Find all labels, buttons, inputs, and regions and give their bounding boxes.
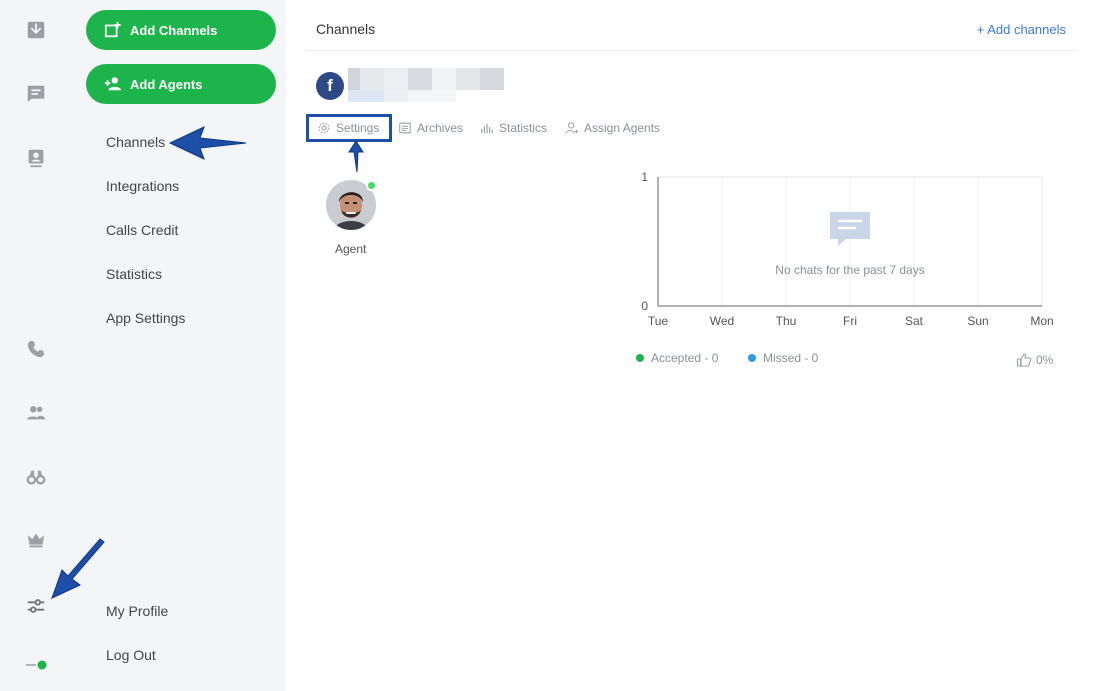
bar-chart-icon bbox=[481, 123, 493, 134]
y-tick-label: 1 bbox=[641, 170, 648, 184]
empty-state-message: No chats for the past 7 days bbox=[775, 263, 924, 277]
secondary-sidebar: Add Channels Add Agents Channels Integra… bbox=[76, 0, 286, 691]
x-tick-label: Thu bbox=[776, 314, 797, 328]
legend-accepted-label: Accepted - 0 bbox=[651, 351, 719, 365]
sidebar-item-integrations[interactable]: Integrations bbox=[106, 178, 179, 194]
chat-icon[interactable] bbox=[24, 82, 48, 106]
tab-settings-label: Settings bbox=[336, 121, 380, 135]
tab-assign-agents[interactable]: Assign Agents bbox=[565, 114, 660, 142]
inbox-icon[interactable] bbox=[24, 18, 48, 42]
gear-icon bbox=[318, 122, 330, 134]
sidebar-item-app-settings[interactable]: App Settings bbox=[106, 310, 185, 326]
legend-accepted: Accepted - 0 bbox=[636, 351, 718, 365]
chats-chart: Tue Wed Thu Fri Sat Sun Mon 1 0 No chats for the … bbox=[641, 170, 1053, 328]
add-channel-icon bbox=[104, 21, 121, 38]
tab-archives-label: Archives bbox=[417, 121, 464, 135]
x-tick-label: Wed bbox=[710, 314, 734, 328]
add-agent-icon bbox=[104, 77, 122, 91]
accepted-dot bbox=[636, 354, 644, 362]
page-header: Channels + Add channels bbox=[306, 0, 1076, 51]
add-channels-button[interactable]: Add Channels bbox=[86, 10, 276, 50]
add-agents-button[interactable]: Add Agents bbox=[86, 64, 276, 104]
icon-rail bbox=[0, 0, 76, 691]
satisfaction-rating: 0% bbox=[1016, 352, 1053, 368]
add-channels-link[interactable]: + Add channels bbox=[977, 22, 1066, 37]
phone-icon[interactable] bbox=[24, 337, 48, 361]
x-tick-label: Tue bbox=[648, 314, 669, 328]
add-agents-label: Add Agents bbox=[130, 76, 203, 92]
crown-icon[interactable] bbox=[24, 528, 48, 552]
tab-statistics-label: Statistics bbox=[499, 121, 548, 135]
rating-value: 0% bbox=[1036, 353, 1054, 367]
x-tick-label: Mon bbox=[1030, 314, 1053, 328]
y-tick-label: 0 bbox=[641, 299, 648, 313]
tab-settings[interactable]: Settings bbox=[306, 114, 392, 142]
app-window: Add Channels Add Agents Channels Integra… bbox=[0, 0, 1094, 691]
missed-dot bbox=[748, 354, 756, 362]
settings-sliders-icon[interactable] bbox=[24, 594, 48, 618]
assign-agent-icon bbox=[565, 122, 579, 134]
tab-assign-agents-label: Assign Agents bbox=[584, 121, 661, 135]
facebook-icon: f bbox=[316, 72, 344, 100]
archive-icon bbox=[399, 122, 411, 134]
agents-icon[interactable] bbox=[24, 401, 48, 425]
x-tick-label: Fri bbox=[843, 314, 857, 328]
online-status-dot bbox=[366, 180, 377, 191]
tab-statistics[interactable]: Statistics bbox=[480, 114, 547, 142]
status-toggle-icon[interactable] bbox=[26, 660, 48, 670]
binoculars-icon[interactable] bbox=[24, 465, 48, 489]
tab-archives[interactable]: Archives bbox=[398, 114, 463, 142]
sidebar-item-channels[interactable]: Channels bbox=[106, 134, 165, 150]
thumbs-up-icon bbox=[1016, 353, 1032, 367]
x-tick-label: Sun bbox=[967, 314, 988, 328]
x-tick-label: Sat bbox=[905, 314, 924, 328]
main-content: Channels + Add channels f Settings Archi… bbox=[306, 0, 1076, 691]
contacts-icon[interactable] bbox=[24, 146, 48, 170]
page-title: Channels bbox=[316, 21, 376, 37]
sidebar-item-my-profile[interactable]: My Profile bbox=[106, 603, 168, 619]
redacted-channel-name bbox=[348, 68, 508, 102]
sidebar-item-statistics[interactable]: Statistics bbox=[106, 266, 162, 282]
sidebar-item-calls-credit[interactable]: Calls Credit bbox=[106, 222, 178, 238]
agent-label: Agent bbox=[335, 242, 367, 256]
legend-missed-label: Missed - 0 bbox=[763, 351, 819, 365]
legend-missed: Missed - 0 bbox=[748, 351, 818, 365]
add-channels-label: Add Channels bbox=[130, 22, 218, 38]
sidebar-item-log-out[interactable]: Log Out bbox=[106, 647, 156, 663]
